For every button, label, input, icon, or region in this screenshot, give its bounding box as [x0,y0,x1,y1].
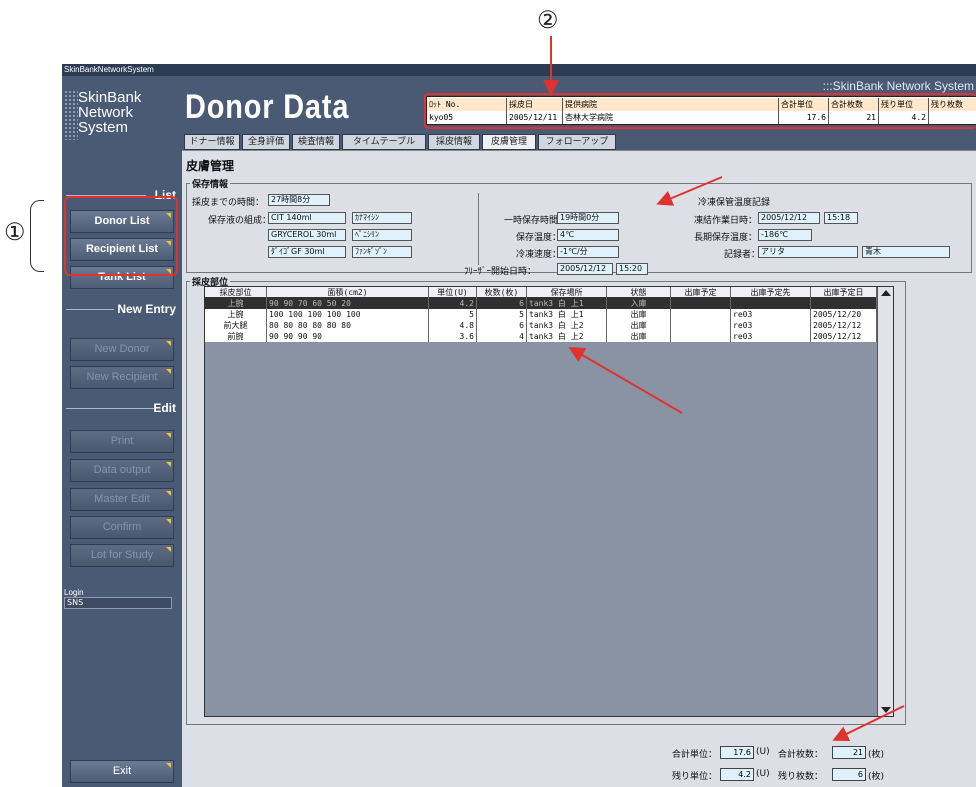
arrow-5 [832,705,905,741]
arrow-3 [656,176,723,206]
annotation-arrows [543,36,905,741]
arrow-4 [568,346,683,414]
